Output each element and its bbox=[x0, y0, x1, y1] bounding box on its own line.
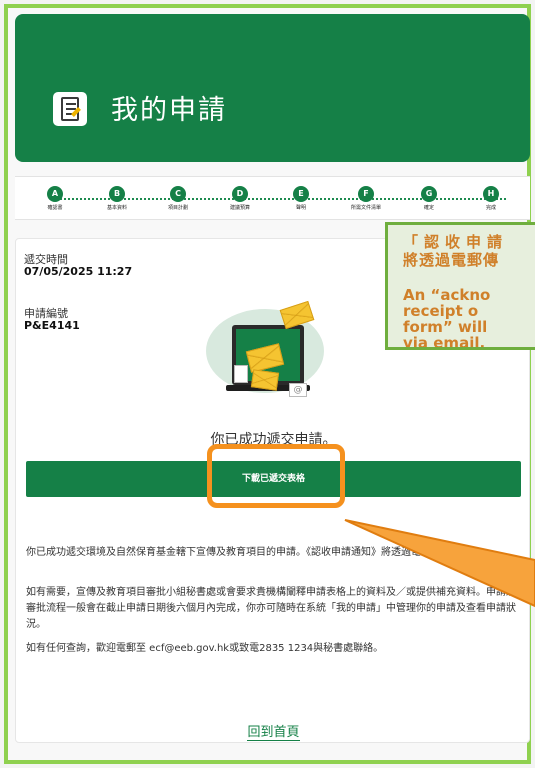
submission-time-value: 07/05/2025 11:27 bbox=[24, 265, 133, 278]
page-title: 我的申請 bbox=[111, 95, 227, 126]
page-header: 我的申請 bbox=[15, 14, 530, 162]
paragraph-submission-confirmation: 你已成功遞交環境及自然保育基金轄下宣傳及教育項目的申請。《認收申請通知》將透過電… bbox=[26, 547, 481, 558]
step-g: G 確定 bbox=[399, 186, 459, 212]
paragraph-contact-info: 如有任何查詢，歡迎電郵至 ecf@eeb.gov.hk或致電2835 1234與… bbox=[26, 643, 384, 654]
form-edit-icon bbox=[53, 92, 87, 126]
step-h: H 完成 bbox=[461, 186, 521, 212]
step-e: E 聲明 bbox=[271, 186, 331, 212]
step-a: A 確認書 bbox=[25, 186, 85, 212]
paragraph-review-process: 如有需要，宣傳及教育項目審批小組秘書處或會要求貴機構闡釋申請表格上的資料及／或提… bbox=[26, 587, 516, 630]
acknowledgement-callout: 「認收申請 將透過電郵傳 An “ackno receipt o form” w… bbox=[385, 222, 535, 350]
back-to-home-link[interactable]: 回到首頁 bbox=[16, 721, 531, 741]
step-f: F 所需文件清單 bbox=[336, 186, 396, 212]
progress-steps: A 確認書 B 基本資料 C 項目計劃 D 建議預算 E 聲明 F 所需文件清單 G 確定 H… bbox=[15, 176, 530, 220]
download-button-highlight bbox=[207, 444, 345, 508]
step-c: C 項目計劃 bbox=[148, 186, 208, 212]
step-b: B 基本資料 bbox=[87, 186, 147, 212]
application-number-value: P&E4141 bbox=[24, 319, 80, 332]
step-d: D 建議預算 bbox=[210, 186, 270, 212]
email-sent-illustration: @ bbox=[206, 299, 326, 399]
